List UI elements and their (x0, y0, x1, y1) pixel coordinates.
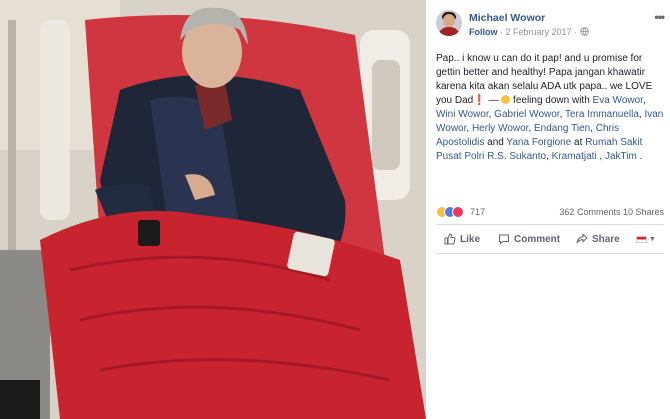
tag-link[interactable]: Endang Tien (534, 123, 590, 134)
comment-label: Comment (514, 233, 561, 245)
place-link[interactable]: JakTim (605, 151, 637, 162)
place-link[interactable]: Kramatjati (552, 151, 597, 162)
hospital-photo (0, 0, 426, 419)
exclamation-icon: ❗ (473, 95, 486, 106)
post-text: Pap.. i know u can do it pap! and u prom… (436, 53, 664, 162)
tag-link[interactable]: Herly Wowor (472, 123, 529, 134)
share-label: Share (592, 233, 620, 245)
globe-icon (579, 27, 589, 36)
tag-link[interactable]: Eva Wowor (593, 95, 643, 106)
comment-icon (499, 234, 509, 245)
post-date[interactable]: 2 February 2017 (506, 27, 572, 37)
post-actions: Like Comment Share ▼ (436, 228, 664, 250)
tag-link[interactable]: Wini Wowor (436, 109, 489, 120)
share-button[interactable]: Share (576, 228, 620, 250)
love-reaction-icon (452, 206, 464, 218)
feeling-label: feeling down with (510, 95, 593, 106)
share-icon (576, 233, 588, 244)
more-options-button[interactable]: ••• (654, 10, 665, 24)
audience-selector[interactable]: ▼ (636, 228, 656, 250)
post-side-panel: Michael Wowor Follow · 2 February 2017 ·… (426, 0, 670, 419)
at-label: at (571, 137, 586, 148)
post-stats: 717 362 Comments 10 Shares (436, 205, 664, 221)
end-mark: . (636, 151, 643, 162)
thumbs-up-icon (444, 233, 456, 245)
meta-separator-2: · (571, 27, 580, 37)
post-header: Michael Wowor Follow · 2 February 2017 ·… (436, 10, 665, 44)
post-meta: Follow · 2 February 2017 · (469, 27, 589, 37)
reactions-count[interactable]: 717 (470, 207, 485, 217)
author-avatar[interactable] (436, 10, 462, 36)
post-photo[interactable] (0, 0, 426, 419)
author-name[interactable]: Michael Wowor (469, 12, 545, 24)
follow-link[interactable]: Follow (469, 27, 498, 37)
and-label: and (484, 137, 507, 148)
divider (436, 253, 664, 254)
chevron-down-icon: ▼ (649, 235, 656, 243)
divider (436, 224, 664, 225)
comment-button[interactable]: Comment (498, 228, 560, 250)
like-button[interactable]: Like (444, 228, 480, 250)
dash: — (485, 95, 502, 106)
tag-link[interactable]: Yana Forgione (506, 137, 571, 148)
tag-link[interactable]: Gabriel Wowor (494, 109, 559, 120)
engagement-counts: 362 Comments 10 Shares (559, 207, 664, 217)
flag-icon (636, 235, 647, 243)
sad-emoji-icon (501, 95, 511, 104)
comments-count[interactable]: 362 Comments (559, 207, 620, 217)
meta-separator: · (497, 27, 506, 37)
comma: , (596, 151, 605, 162)
shares-count[interactable]: 10 Shares (623, 207, 664, 217)
like-label: Like (460, 233, 481, 245)
tag-link[interactable]: Tera Immanuella (565, 109, 639, 120)
